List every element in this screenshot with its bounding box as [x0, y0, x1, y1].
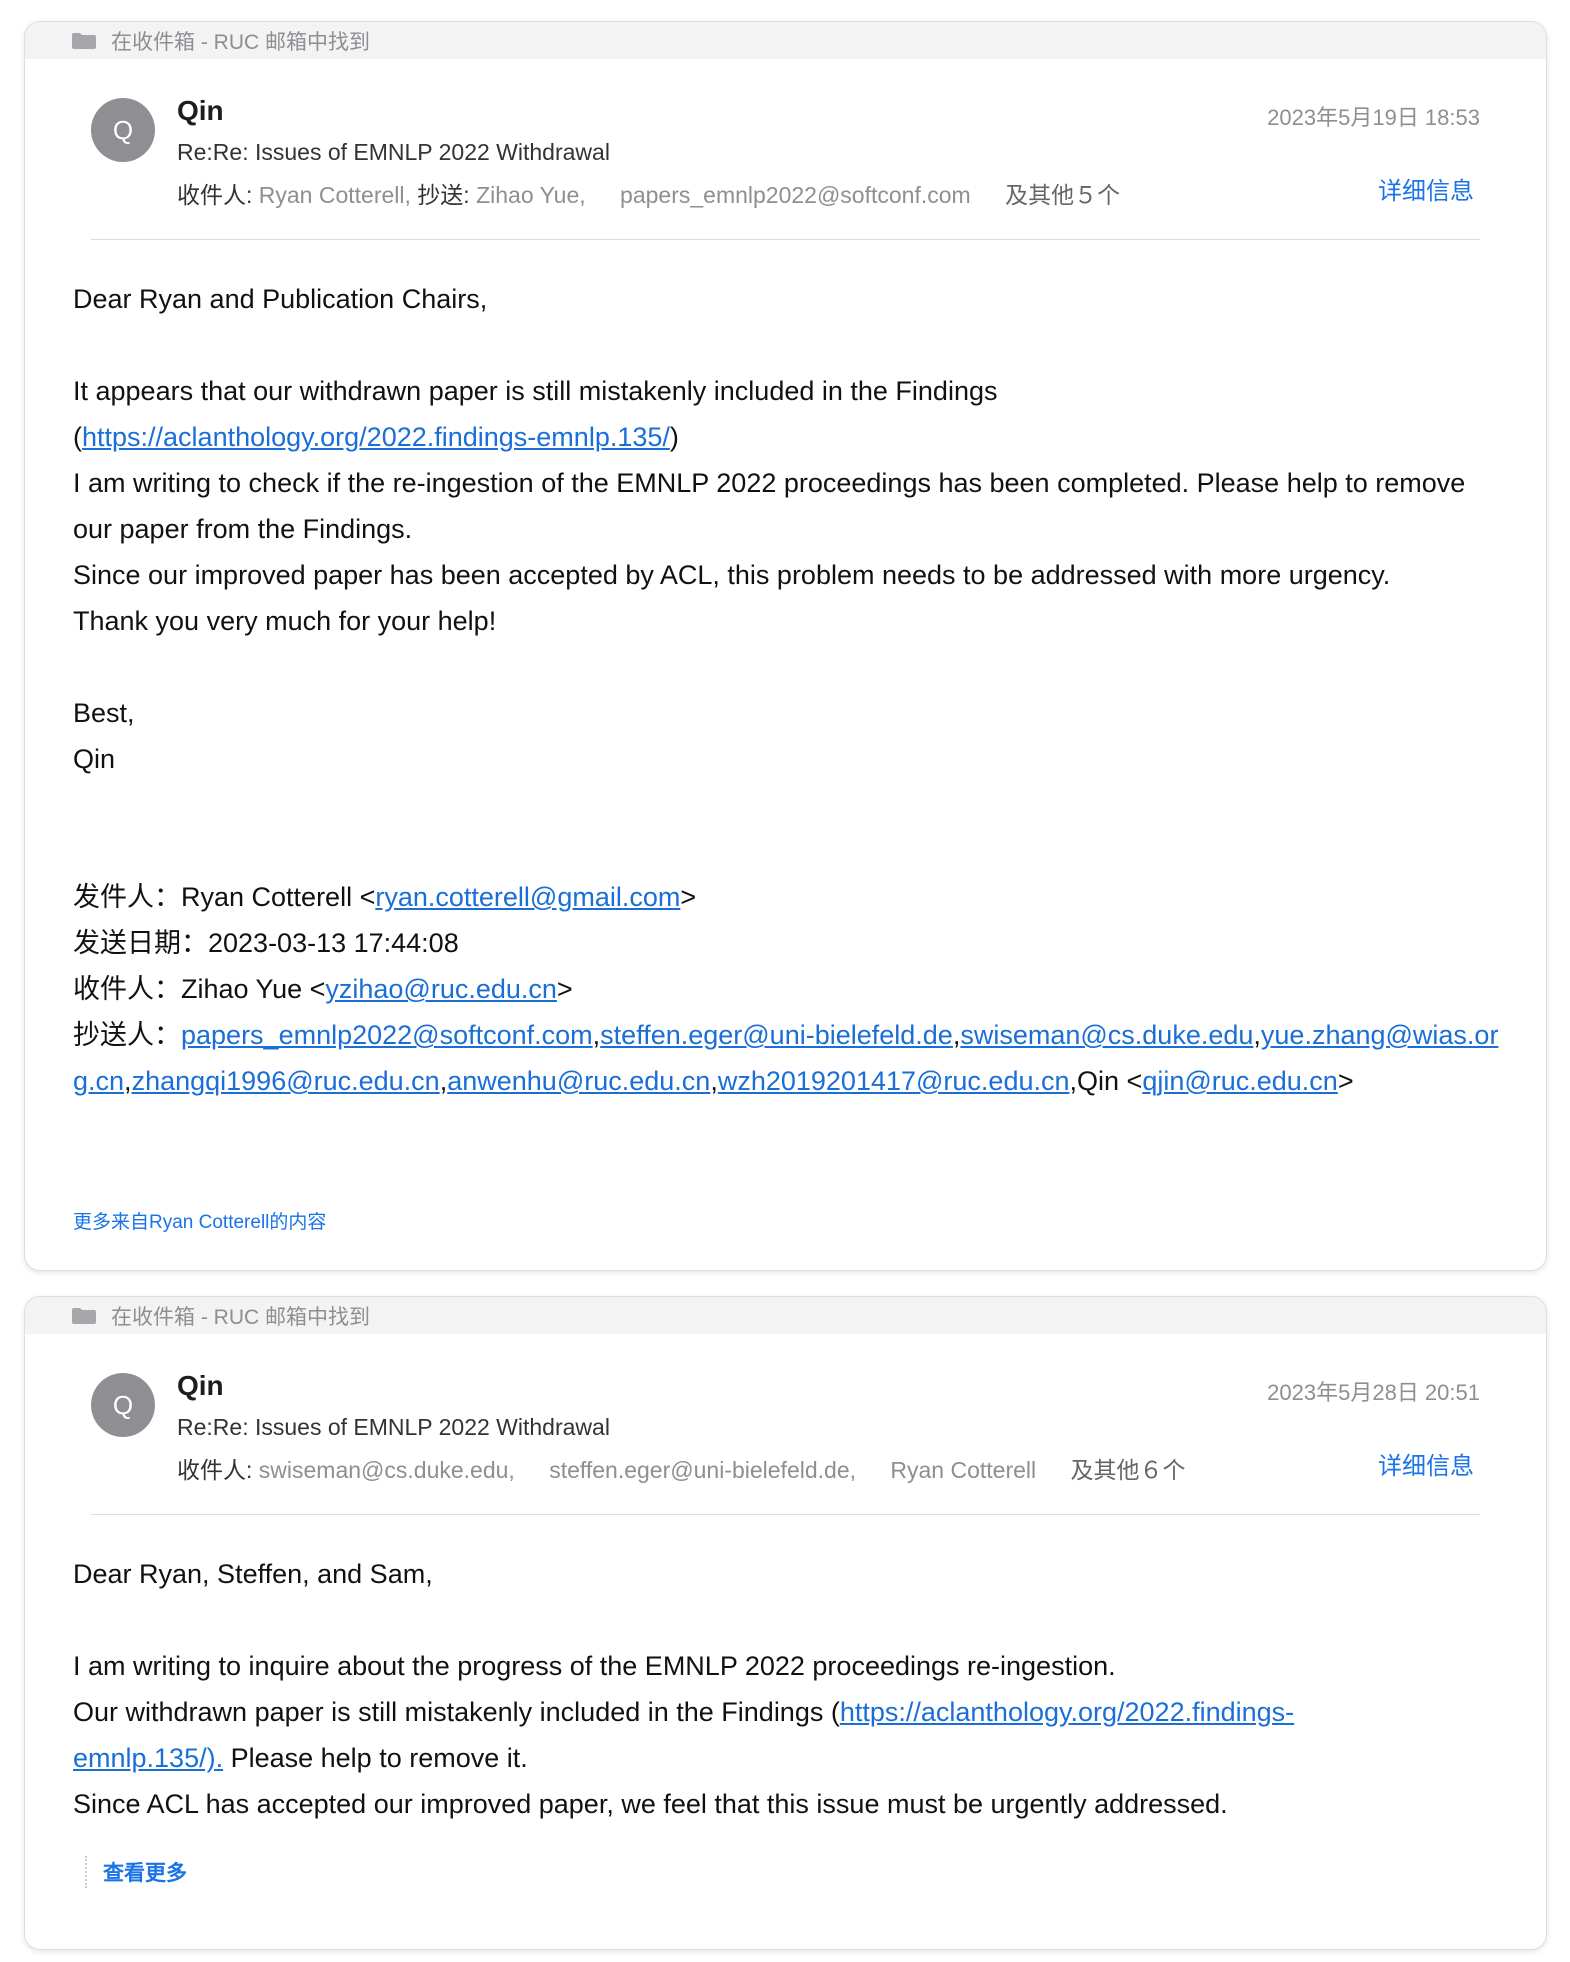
email-link[interactable]: ryan.cotterell@gmail.com	[375, 882, 680, 912]
to-label: 收件人:	[177, 1457, 253, 1483]
others-count[interactable]: 及其他６个	[1071, 1457, 1186, 1483]
greeting: Dear Ryan, Steffen, and Sam,	[73, 1559, 433, 1589]
email-date: 2023年5月19日 18:53	[1267, 105, 1480, 130]
quoted-to: 收件人：Zihao Yue <yzihao@ruc.edu.cn>	[73, 974, 573, 1004]
more-from-sender-link[interactable]: 更多来自Ryan Cotterell的内容	[73, 1207, 326, 1234]
greeting: Dear Ryan and Publication Chairs,	[73, 284, 488, 314]
body-paragraph: It appears that our withdrawn paper is s…	[73, 376, 998, 406]
body-paragraph: I am writing to check if the re-ingestio…	[73, 468, 1466, 544]
email-link[interactable]: zhangqi1996@ruc.edu.cn	[132, 1066, 440, 1096]
see-more-row: 查看更多	[85, 1856, 187, 1888]
recipient[interactable]: Ryan Cotterell,	[259, 182, 411, 208]
details-link[interactable]: 详细信息	[1378, 1446, 1474, 1481]
quoted-from: 发件人：Ryan Cotterell <ryan.cotterell@gmail…	[73, 882, 697, 912]
recipient[interactable]: steffen.eger@uni-bielefeld.de,	[549, 1457, 856, 1483]
email-link[interactable]: wzh2019201417@ruc.edu.cn	[718, 1066, 1070, 1096]
body-paragraph: Our withdrawn paper is still mistakenly …	[73, 1697, 1295, 1773]
email-link[interactable]: steffen.eger@uni-bielefeld.de	[600, 1020, 953, 1050]
recipients-line: 收件人: swiseman@cs.duke.edu, steffen.eger@…	[177, 1451, 1186, 1485]
body-paragraph: (https://aclanthology.org/2022.findings-…	[73, 422, 679, 452]
to-label: 收件人:	[177, 182, 253, 208]
email-subject: Re:Re: Issues of EMNLP 2022 Withdrawal	[177, 1414, 610, 1440]
quoted-cc: 抄送人：papers_emnlp2022@softconf.com,steffe…	[73, 1020, 1499, 1096]
avatar: Q	[91, 1373, 155, 1437]
email-body: Dear Ryan and Publication Chairs, It app…	[73, 276, 1513, 1104]
email-link[interactable]: swiseman@cs.duke.edu	[960, 1020, 1253, 1050]
email-card-1: 在收件箱 - RUC 邮箱中找到 Q Qin 2023年5月19日 18:53 …	[24, 21, 1547, 1271]
cc-recipient[interactable]: Zihao Yue,	[476, 182, 586, 208]
email-link[interactable]: anwenhu@ruc.edu.cn	[447, 1066, 710, 1096]
folder-icon	[71, 32, 97, 50]
quoted-sent: 发送日期：2023-03-13 17:44:08	[73, 928, 459, 958]
sender-name[interactable]: Qin	[177, 1370, 224, 1402]
recipient[interactable]: Ryan Cotterell	[890, 1457, 1036, 1483]
dotted-divider	[85, 1856, 87, 1888]
body-paragraph: I am writing to inquire about the progre…	[73, 1651, 1116, 1681]
avatar: Q	[91, 98, 155, 162]
found-in-label: 在收件箱 - RUC 邮箱中找到	[111, 30, 370, 54]
signature: Qin	[73, 744, 116, 774]
email-link[interactable]: papers_emnlp2022@softconf.com	[181, 1020, 593, 1050]
email-body: Dear Ryan, Steffen, and Sam, I am writin…	[73, 1551, 1513, 1827]
recipients-line: 收件人: Ryan Cotterell, 抄送: Zihao Yue, pape…	[177, 176, 1120, 210]
email-header: Q Qin 2023年5月19日 18:53 Re:Re: Issues of …	[25, 59, 1546, 240]
others-count[interactable]: 及其他５个	[1005, 182, 1120, 208]
quoted-header: 发件人：Ryan Cotterell <ryan.cotterell@gmail…	[73, 874, 1513, 1104]
email-date: 2023年5月28日 20:51	[1267, 1380, 1480, 1405]
email-subject: Re:Re: Issues of EMNLP 2022 Withdrawal	[177, 139, 610, 165]
email-link[interactable]: qjin@ruc.edu.cn	[1142, 1066, 1338, 1096]
email-card-2: 在收件箱 - RUC 邮箱中找到 Q Qin 2023年5月28日 20:51 …	[24, 1296, 1547, 1950]
signoff: Best,	[73, 698, 135, 728]
see-more-link[interactable]: 查看更多	[103, 1857, 187, 1887]
body-paragraph: Since ACL has accepted our improved pape…	[73, 1789, 1228, 1819]
divider	[91, 1514, 1480, 1515]
email-link[interactable]: yzihao@ruc.edu.cn	[325, 974, 557, 1004]
recipient[interactable]: swiseman@cs.duke.edu,	[259, 1457, 515, 1483]
found-in-bar: 在收件箱 - RUC 邮箱中找到	[25, 1297, 1546, 1334]
cc-label: 抄送:	[417, 182, 470, 208]
body-paragraph: Since our improved paper has been accept…	[73, 560, 1391, 590]
body-paragraph: Thank you very much for your help!	[73, 606, 497, 636]
divider	[91, 239, 1480, 240]
found-in-bar: 在收件箱 - RUC 邮箱中找到	[25, 22, 1546, 59]
folder-icon	[71, 1307, 97, 1325]
sender-name[interactable]: Qin	[177, 95, 224, 127]
email-header: Q Qin 2023年5月28日 20:51 Re:Re: Issues of …	[25, 1334, 1546, 1515]
found-in-label: 在收件箱 - RUC 邮箱中找到	[111, 1305, 370, 1329]
findings-link[interactable]: https://aclanthology.org/2022.findings-e…	[82, 422, 670, 452]
cc-recipient[interactable]: papers_emnlp2022@softconf.com	[620, 182, 971, 208]
details-link[interactable]: 详细信息	[1378, 171, 1474, 206]
